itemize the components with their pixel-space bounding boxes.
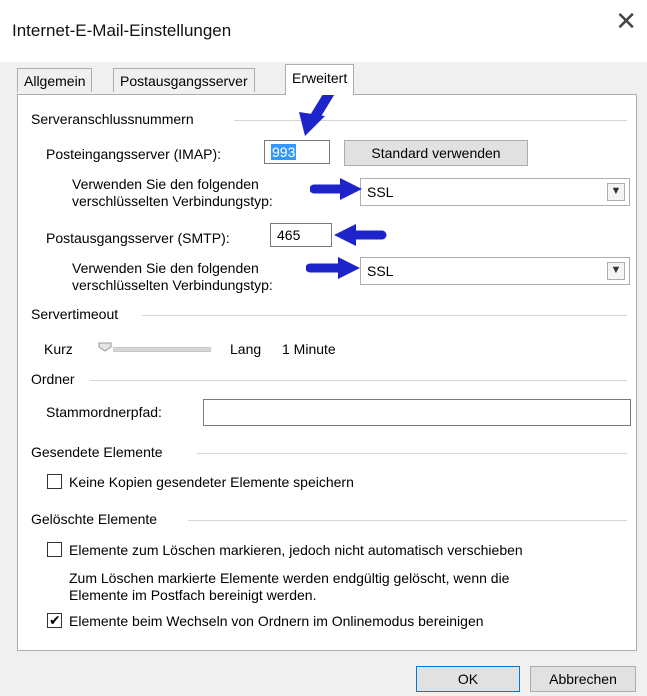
- divider: [234, 120, 627, 121]
- timeout-value: 1 Minute: [282, 341, 336, 357]
- timeout-slider-thumb[interactable]: [98, 342, 112, 352]
- deletion-info-line1: Zum Löschen markierte Elemente werden en…: [69, 570, 510, 586]
- annotation-arrow-icon: [334, 224, 387, 246]
- section-deleted-items: Gelöschte Elemente: [31, 511, 158, 527]
- close-icon[interactable]: ✕: [615, 8, 637, 34]
- purge-on-switch-checkbox[interactable]: ✔: [47, 612, 62, 628]
- outgoing-port-input[interactable]: 465: [270, 223, 332, 247]
- divider: [197, 453, 627, 454]
- tab-postausgangsserver[interactable]: Postausgangsserver: [113, 68, 255, 92]
- section-folders: Ordner: [31, 371, 75, 387]
- ok-button[interactable]: OK: [416, 666, 520, 692]
- annotation-arrow-icon: [306, 257, 360, 279]
- divider: [142, 315, 627, 316]
- divider: [188, 520, 627, 521]
- root-folder-label: Stammordnerpfad:: [46, 404, 162, 420]
- mark-for-deletion-label[interactable]: Elemente zum Löschen markieren, jedoch n…: [69, 542, 523, 558]
- deletion-info-line2: Elemente im Postfach bereinigt werden.: [69, 587, 317, 603]
- timeout-long-label: Lang: [230, 341, 262, 357]
- annotation-arrow-icon: [310, 178, 362, 200]
- window-title: Internet-E-Mail-Einstellungen: [12, 21, 232, 40]
- incoming-encryption-label-line1: Verwenden Sie den folgenden: [72, 176, 259, 192]
- checkmark-icon: ✔: [49, 612, 61, 628]
- outgoing-encryption-label-line2: verschlüsselten Verbindungstyp:: [72, 277, 273, 293]
- timeout-slider-track[interactable]: [113, 347, 211, 352]
- use-default-button[interactable]: Standard verwenden: [344, 140, 528, 166]
- section-server-timeout: Servertimeout: [31, 306, 119, 322]
- cancel-button[interactable]: Abbrechen: [530, 666, 636, 692]
- outgoing-encryption-value: SSL: [367, 263, 394, 279]
- incoming-server-label: Posteingangsserver (IMAP):: [46, 146, 222, 162]
- tab-allgemein[interactable]: Allgemein: [17, 68, 93, 92]
- divider: [90, 380, 627, 381]
- section-server-ports: Serveranschlussnummern: [31, 111, 194, 127]
- incoming-encryption-value: SSL: [367, 184, 394, 200]
- outgoing-encryption-label-line1: Verwenden Sie den folgenden: [72, 260, 259, 276]
- timeout-short-label: Kurz: [44, 341, 73, 357]
- root-folder-input[interactable]: [203, 399, 631, 426]
- chevron-down-icon: ▼: [607, 262, 625, 280]
- mark-for-deletion-checkbox[interactable]: [47, 542, 62, 557]
- title-bar: Internet-E-Mail-Einstellungen ✕: [0, 0, 647, 62]
- incoming-encryption-select[interactable]: SSL ▼: [360, 178, 630, 206]
- purge-on-switch-label[interactable]: Elemente beim Wechseln von Ordnern im On…: [69, 613, 484, 629]
- no-copies-checkbox[interactable]: [47, 474, 62, 489]
- incoming-encryption-label-line2: verschlüsselten Verbindungstyp:: [72, 193, 273, 209]
- no-copies-label[interactable]: Keine Kopien gesendeter Elemente speiche…: [69, 474, 354, 490]
- tab-erweitert[interactable]: Erweitert: [285, 64, 355, 95]
- incoming-port-input[interactable]: 993: [264, 140, 330, 164]
- outgoing-encryption-select[interactable]: SSL ▼: [360, 257, 630, 285]
- chevron-down-icon: ▼: [607, 183, 625, 201]
- outgoing-server-label: Postausgangsserver (SMTP):: [46, 230, 230, 246]
- section-sent-items: Gesendete Elemente: [31, 444, 163, 460]
